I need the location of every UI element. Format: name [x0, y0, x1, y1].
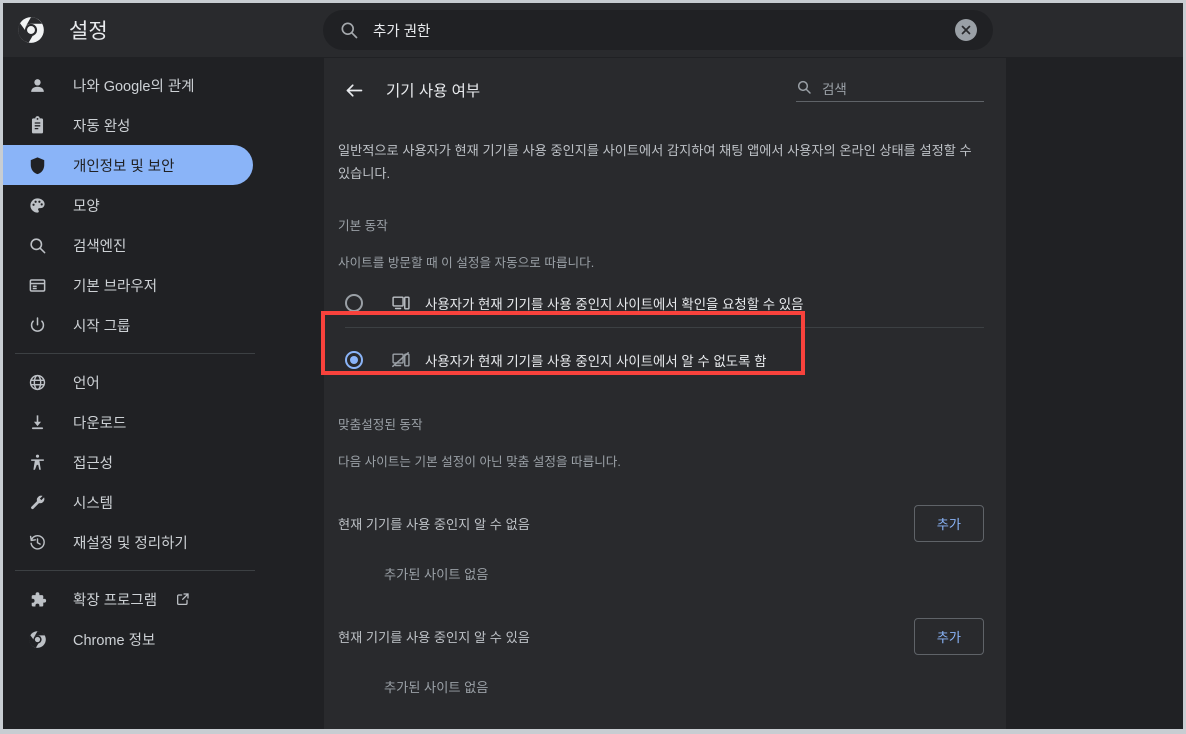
search-icon — [796, 79, 812, 95]
sidebar-item-on-startup[interactable]: 시작 그룹 — [3, 305, 253, 345]
empty-state-label: 추가된 사이트 없음 — [384, 564, 984, 583]
device-idle-off-icon — [391, 350, 411, 370]
page-title: 기기 사용 여부 — [386, 79, 796, 101]
brand: 설정 — [3, 15, 323, 45]
permission-title: 현재 기기를 사용 중인지 알 수 없음 — [338, 514, 530, 533]
page-search-bar[interactable] — [796, 79, 984, 102]
sidebar-item-label: 자동 완성 — [73, 115, 130, 136]
sidebar: 나와 Google의 관계 자동 완성 개인정보 및 보안 모양 검색엔진 — [3, 57, 323, 729]
download-icon — [27, 412, 47, 432]
power-icon — [27, 315, 47, 335]
sidebar-item-label: 시스템 — [73, 492, 113, 513]
sidebar-item-accessibility[interactable]: 접근성 — [3, 442, 253, 482]
intro-description: 일반적으로 사용자가 현재 기기를 사용 중인지를 사이트에서 감지하여 채팅 … — [338, 140, 984, 185]
person-icon — [27, 75, 47, 95]
sidebar-divider — [15, 570, 255, 571]
radio-option-label: 사용자가 현재 기기를 사용 중인지 사이트에서 확인을 요청할 수 있음 — [425, 293, 803, 313]
sidebar-item-label: 재설정 및 정리하기 — [73, 532, 188, 553]
chrome-logo-icon — [17, 16, 45, 44]
sidebar-item-autofill[interactable]: 자동 완성 — [3, 105, 253, 145]
right-gutter — [1006, 58, 1183, 729]
back-button[interactable] — [334, 70, 374, 110]
radio-option-block[interactable]: 사용자가 현재 기기를 사용 중인지 사이트에서 알 수 없도록 함 — [338, 336, 984, 384]
main-content: 기기 사용 여부 일반적으로 사용자가 현재 기기를 사용 중인지를 사이트에서… — [324, 58, 1006, 729]
wrench-icon — [27, 492, 47, 512]
top-bar: 설정 — [3, 3, 1183, 57]
custom-behavior-description: 다음 사이트는 기본 설정이 아닌 맞춤 설정을 따릅니다. — [338, 451, 984, 470]
open-in-new-icon — [175, 591, 191, 607]
browser-icon — [27, 275, 47, 295]
sidebar-item-default-browser[interactable]: 기본 브라우저 — [3, 265, 253, 305]
page-search-input[interactable] — [822, 82, 999, 97]
sidebar-item-appearance[interactable]: 모양 — [3, 185, 253, 225]
sidebar-item-label: 모양 — [73, 195, 100, 216]
device-idle-icon — [391, 293, 411, 313]
search-icon — [339, 20, 359, 40]
permission-title: 현재 기기를 사용 중인지 알 수 있음 — [338, 627, 530, 646]
sidebar-item-label: 개인정보 및 보안 — [73, 155, 174, 176]
palette-icon — [27, 195, 47, 215]
sidebar-item-label: 기본 브라우저 — [73, 275, 157, 296]
restore-icon — [27, 532, 47, 552]
sidebar-item-search-engine[interactable]: 검색엔진 — [3, 225, 253, 265]
add-site-button[interactable]: 추가 — [914, 618, 984, 655]
settings-body: 일반적으로 사용자가 현재 기기를 사용 중인지를 사이트에서 감지하여 채팅 … — [324, 140, 1006, 696]
radio-button-unselected[interactable] — [345, 294, 363, 312]
sidebar-item-label: 언어 — [73, 372, 100, 393]
sidebar-divider — [15, 353, 255, 354]
autofill-icon — [27, 115, 47, 135]
clear-search-button[interactable] — [955, 19, 977, 41]
chrome-logo-icon — [27, 629, 47, 649]
accessibility-icon — [27, 452, 47, 472]
settings-window: 설정 나와 Google의 관계 — [0, 0, 1186, 734]
sidebar-item-reset-settings[interactable]: 재설정 및 정리하기 — [3, 522, 253, 562]
global-search-bar[interactable] — [323, 10, 993, 50]
sidebar-item-label: 나와 Google의 관계 — [73, 75, 195, 96]
sidebar-item-label: 검색엔진 — [73, 235, 126, 256]
radio-option-label: 사용자가 현재 기기를 사용 중인지 사이트에서 알 수 없도록 함 — [425, 350, 766, 370]
main-header: 기기 사용 여부 — [324, 58, 1006, 122]
shield-icon — [27, 155, 47, 175]
globe-icon — [27, 372, 47, 392]
sidebar-item-about-chrome[interactable]: Chrome 정보 — [3, 619, 253, 659]
custom-behavior-heading: 맞춤설정된 동작 — [338, 414, 984, 433]
sidebar-item-languages[interactable]: 언어 — [3, 362, 253, 402]
permission-row: 현재 기기를 사용 중인지 알 수 있음 추가 — [338, 615, 984, 657]
search-input[interactable] — [373, 22, 955, 38]
sidebar-item-downloads[interactable]: 다운로드 — [3, 402, 253, 442]
empty-state-label: 추가된 사이트 없음 — [384, 677, 984, 696]
sidebar-item-you-and-google[interactable]: 나와 Google의 관계 — [3, 65, 253, 105]
radio-option-ask[interactable]: 사용자가 현재 기기를 사용 중인지 사이트에서 확인을 요청할 수 있음 — [338, 279, 984, 327]
default-behavior-heading: 기본 동작 — [338, 215, 984, 234]
radio-button-selected[interactable] — [345, 351, 363, 369]
sidebar-item-system[interactable]: 시스템 — [3, 482, 253, 522]
sidebar-item-label: 다운로드 — [73, 412, 126, 433]
add-site-button[interactable]: 추가 — [914, 505, 984, 542]
option-divider — [345, 327, 984, 328]
search-icon — [27, 235, 47, 255]
permission-block-allowed: 현재 기기를 사용 중인지 알 수 있음 추가 추가된 사이트 없음 — [338, 615, 984, 696]
sidebar-item-label: Chrome 정보 — [73, 629, 155, 650]
permission-row: 현재 기기를 사용 중인지 알 수 없음 추가 — [338, 502, 984, 544]
sidebar-item-privacy-and-security[interactable]: 개인정보 및 보안 — [3, 145, 253, 185]
default-behavior-description: 사이트를 방문할 때 이 설정을 자동으로 따릅니다. — [338, 252, 984, 271]
sidebar-item-label: 접근성 — [73, 452, 113, 473]
app-title: 설정 — [69, 15, 108, 45]
sidebar-item-extensions[interactable]: 확장 프로그램 — [3, 579, 253, 619]
sidebar-item-label: 확장 프로그램 — [73, 589, 157, 610]
puzzle-icon — [27, 589, 47, 609]
sidebar-item-label: 시작 그룹 — [73, 315, 130, 336]
permission-block-not-allowed: 현재 기기를 사용 중인지 알 수 없음 추가 추가된 사이트 없음 — [338, 502, 984, 583]
